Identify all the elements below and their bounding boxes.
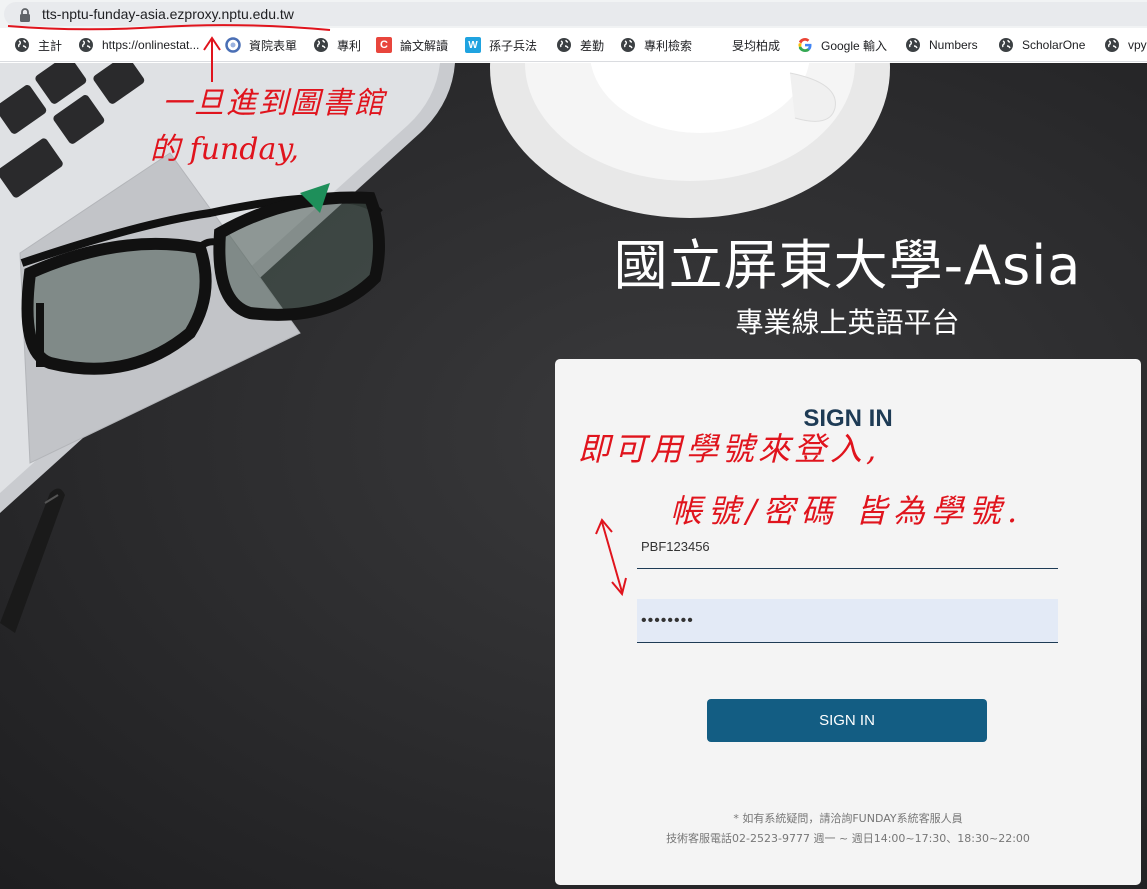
annotation-line3: 即可用學號來登入, [578, 430, 881, 468]
url-field[interactable]: tts-nptu-funday-asia.ezproxy.nptu.edu.tw [4, 2, 1147, 26]
platform-subtitle: 專業線上英語平台 [735, 306, 960, 339]
w-square-icon: W [465, 37, 481, 53]
bookmark-item[interactable]: 專利 [313, 36, 361, 54]
bookmarks-bar: 主計 https://onlinestat... 資院表單 專利 C 論文解讀 … [0, 28, 1147, 62]
bookmark-item[interactable]: ScholarOne [998, 36, 1085, 54]
university-title: 國立屏東大學-Asia [613, 234, 1082, 297]
bookmark-item[interactable]: 主計 [14, 36, 62, 54]
annotation-line4: 帳號/密碼 皆為學號. [670, 492, 1024, 530]
bookmark-item[interactable]: 差勤 [556, 36, 604, 54]
annotation-line1: 一旦進到圖書館 [162, 86, 386, 121]
signin-button[interactable]: SIGN IN [707, 699, 987, 742]
bookmark-item[interactable]: Numbers [905, 36, 978, 54]
bookmark-item[interactable]: C 論文解讀 [376, 36, 448, 54]
bookmark-item[interactable]: W 孫子兵法 [465, 36, 537, 54]
support-note: * 如有系統疑問，請洽詢FUNDAY系統客服人員 [733, 812, 963, 825]
bookmark-item[interactable]: Google 輸入 [797, 36, 887, 54]
login-page: 國立屏東大學-Asia 專業線上英語平台 SIGN IN SIGN IN * 如… [0, 63, 1147, 889]
globe-icon [621, 38, 635, 52]
annotation-line2: 的 funday, [150, 132, 299, 167]
bookmark-item[interactable]: 旻均柏成 [732, 36, 780, 54]
globe-icon [314, 38, 328, 52]
globe-icon [79, 38, 93, 52]
globe-icon [906, 38, 920, 52]
bookmark-item[interactable]: 專利檢索 [620, 36, 692, 54]
coffee-cup-image [490, 63, 890, 218]
password-input[interactable] [637, 599, 1058, 643]
url-text: tts-nptu-funday-asia.ezproxy.nptu.edu.tw [42, 6, 294, 22]
pen-image [0, 488, 65, 633]
address-bar[interactable]: tts-nptu-funday-asia.ezproxy.nptu.edu.tw [0, 0, 1147, 28]
google-icon [798, 38, 812, 52]
globe-icon [999, 38, 1013, 52]
globe-icon [1105, 38, 1119, 52]
bookmark-item[interactable]: vpy [1104, 36, 1147, 54]
bookmark-item[interactable]: 資院表單 [225, 36, 297, 54]
c-square-icon: C [376, 37, 392, 53]
globe-icon [557, 38, 571, 52]
ring-icon [225, 37, 241, 53]
support-phone-note: 技術客服電話02-2523-9777 週一 ~ 週日14:00~17:30、18… [666, 832, 1030, 845]
globe-icon [15, 38, 29, 52]
lock-icon [20, 8, 30, 22]
bookmark-item[interactable]: https://onlinestat... [78, 36, 199, 54]
